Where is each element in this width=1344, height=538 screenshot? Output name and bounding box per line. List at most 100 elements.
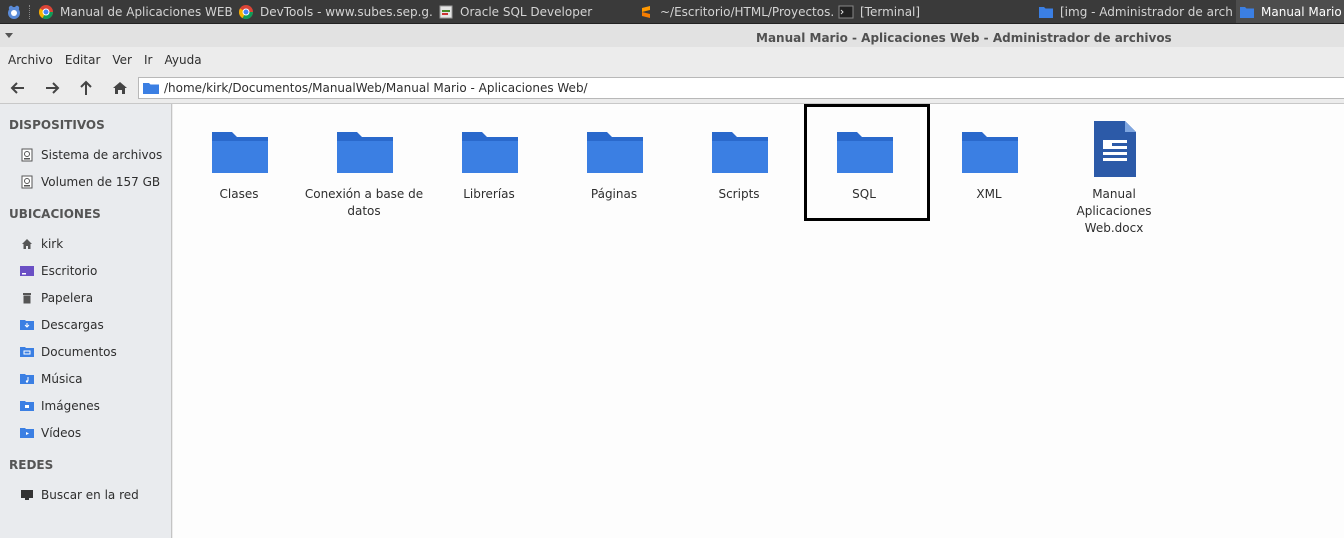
file-name: Scripts — [718, 187, 760, 201]
task-sublime[interactable]: ~/Escritorio/HTML/Proyectos... — [638, 0, 834, 23]
sidebar-item-documentos[interactable]: Documentos — [20, 343, 117, 361]
trash-icon — [20, 291, 34, 305]
sidebar-item-kirk[interactable]: kirk — [20, 235, 63, 253]
chrome-icon — [38, 4, 54, 20]
home-button[interactable] — [110, 79, 130, 97]
sidebar-item-musica[interactable]: Música — [20, 370, 83, 388]
sidebar-item-label: Música — [41, 372, 83, 386]
taskbar-separator — [29, 5, 31, 19]
menu-ir[interactable]: Ir — [138, 53, 158, 67]
sidebar-item-label: Imágenes — [41, 399, 100, 413]
highlight-box — [804, 104, 930, 221]
file-item-clases[interactable]: Clases — [178, 120, 300, 220]
sidebar: DISPOSITIVOS Sistema de archivos Volumen… — [0, 104, 172, 538]
sidebar-item-buscar-en-la-red[interactable]: Buscar en la red — [20, 486, 139, 504]
home-icon — [20, 237, 34, 251]
menubar: Archivo Editar Ver Ir Ayuda — [0, 47, 1344, 72]
sidebar-item-label: Volumen de 157 GB — [41, 175, 161, 189]
file-name: Conexión a base de datos — [304, 187, 424, 218]
chrome-icon — [238, 4, 254, 20]
folder-icon — [462, 132, 518, 173]
file-item-xml[interactable]: XML — [928, 120, 1050, 220]
taskbar: Manual de Aplicaciones WEB... DevTools -… — [0, 0, 1344, 24]
sidebar-item-label: Buscar en la red — [41, 488, 139, 502]
task-label: DevTools - www.subes.sep.g... — [260, 5, 434, 19]
task-manual-aplicaciones[interactable]: Manual de Aplicaciones WEB... — [38, 0, 234, 23]
file-name: Clases — [219, 187, 259, 201]
file-name: XML — [976, 187, 1002, 201]
sidebar-item-escritorio[interactable]: Escritorio — [20, 262, 97, 280]
task-devtools[interactable]: DevTools - www.subes.sep.g... — [238, 0, 434, 23]
drive-icon — [20, 175, 34, 189]
videos-folder-icon — [20, 426, 34, 440]
task-label: [Terminal] — [860, 5, 921, 19]
desktop-icon — [20, 264, 34, 278]
file-name: Librerías — [463, 187, 515, 201]
window-title: Manual Mario - Aplicaciones Web - Admini… — [756, 31, 1172, 45]
sidebar-heading-redes: REDES — [9, 458, 54, 472]
sqldeveloper-icon — [438, 4, 454, 20]
menu-ayuda[interactable]: Ayuda — [158, 53, 207, 67]
sidebar-item-descargas[interactable]: Descargas — [20, 316, 104, 334]
sidebar-item-sistema-de-archivos[interactable]: Sistema de archivos — [20, 146, 162, 164]
file-item-manual-docx[interactable]: Manual Aplicaciones Web.docx — [1053, 120, 1175, 235]
sidebar-heading-dispositivos: DISPOSITIVOS — [9, 118, 105, 132]
drive-icon — [20, 148, 34, 162]
task-manual-mario-active[interactable]: Manual Mario - Aplicaciones Web — [1236, 0, 1344, 23]
task-label: Oracle SQL Developer — [460, 5, 593, 19]
folder-icon — [1038, 4, 1054, 20]
sidebar-item-label: Documentos — [41, 345, 117, 359]
file-item-paginas[interactable]: Páginas — [553, 120, 675, 220]
task-terminal[interactable]: [Terminal] — [838, 0, 1034, 23]
folder-icon — [143, 83, 159, 94]
sidebar-item-label: Vídeos — [41, 426, 82, 440]
folder-icon — [337, 132, 393, 173]
file-name: Manual Aplicaciones Web.docx — [1076, 187, 1152, 235]
arrow-left-icon — [10, 82, 24, 94]
terminal-icon — [838, 4, 854, 20]
pictures-folder-icon — [20, 399, 34, 413]
location-bar[interactable]: /home/kirk/Documentos/ManualWeb/Manual M… — [138, 77, 1344, 99]
downloads-folder-icon — [20, 318, 34, 332]
folder-icon — [1239, 4, 1255, 20]
app-menu-icon[interactable] — [4, 3, 24, 21]
folder-icon — [962, 132, 1018, 173]
forward-button[interactable] — [42, 79, 62, 97]
window-menu-icon[interactable] — [5, 33, 13, 38]
sidebar-item-label: Sistema de archivos — [41, 148, 163, 162]
file-item-conexion[interactable]: Conexión a base de datos — [303, 120, 425, 220]
window-titlebar: Manual Mario - Aplicaciones Web - Admini… — [0, 24, 1344, 47]
task-img-file-manager[interactable]: [img - Administrador de arch... — [1038, 0, 1234, 23]
menu-ver[interactable]: Ver — [106, 53, 138, 67]
sidebar-item-label: kirk — [41, 237, 64, 251]
file-view: Clases Conexión a base de datos Librería… — [173, 104, 1344, 538]
folder-icon — [587, 132, 643, 173]
task-sql-developer[interactable]: Oracle SQL Developer — [438, 0, 634, 23]
file-item-scripts[interactable]: Scripts — [678, 120, 800, 220]
file-item-librerias[interactable]: Librerías — [428, 120, 550, 220]
sidebar-item-volumen[interactable]: Volumen de 157 GB — [20, 173, 160, 191]
task-label: Manual Mario - Aplicaciones Web — [1261, 5, 1344, 19]
up-button[interactable] — [76, 79, 96, 97]
task-label: Manual de Aplicaciones WEB... — [60, 5, 234, 19]
folder-icon — [712, 132, 768, 173]
music-folder-icon — [20, 372, 34, 386]
sidebar-item-label: Descargas — [41, 318, 104, 332]
sidebar-item-imagenes[interactable]: Imágenes — [20, 397, 100, 415]
back-button[interactable] — [8, 79, 28, 97]
sidebar-item-videos[interactable]: Vídeos — [20, 424, 81, 442]
sidebar-item-label: Papelera — [41, 291, 94, 305]
menu-archivo[interactable]: Archivo — [2, 53, 59, 67]
arrow-right-icon — [46, 82, 60, 94]
folder-icon — [212, 132, 268, 173]
menu-editar[interactable]: Editar — [59, 53, 107, 67]
sidebar-item-papelera[interactable]: Papelera — [20, 289, 93, 307]
task-label: [img - Administrador de arch... — [1060, 5, 1234, 19]
task-label: ~/Escritorio/HTML/Proyectos... — [660, 5, 834, 19]
home-icon — [113, 82, 127, 94]
document-icon — [1094, 121, 1136, 177]
toolbar: /home/kirk/Documentos/ManualWeb/Manual M… — [0, 72, 1344, 104]
sublime-icon — [638, 4, 654, 20]
sidebar-heading-ubicaciones: UBICACIONES — [9, 207, 101, 221]
sidebar-item-label: Escritorio — [41, 264, 98, 278]
